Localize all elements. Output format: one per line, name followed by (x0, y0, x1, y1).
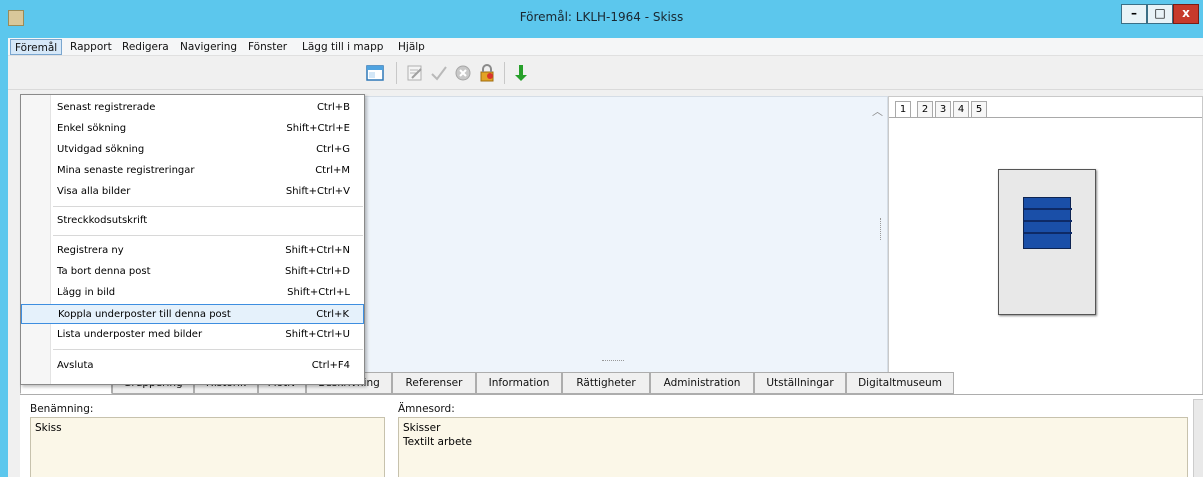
menu-item-label: Mina senaste registreringar (57, 165, 195, 176)
menu-item-streckkodsutskrift[interactable]: Streckkodsutskrift (21, 211, 364, 231)
main-content-area: ︿ ﹀ (353, 96, 888, 396)
amnesord-item: Skisser (403, 422, 441, 434)
menu-item-label: Enkel sökning (57, 123, 127, 134)
menu-item-label: Lista underposter med bilder (57, 329, 203, 340)
menu-separator (53, 206, 363, 207)
menu-item-shortcut: Ctrl+F4 (311, 360, 350, 371)
toolbar-separator (396, 62, 397, 84)
menu-item-label: Utvidgad sökning (57, 144, 145, 155)
window-title: Föremål: LKLH-1964 - Skiss (519, 10, 684, 24)
object-image-thumbnail[interactable] (998, 169, 1096, 315)
menu-item-label: Koppla underposter till denna post (58, 309, 231, 320)
menu-item-shortcut: Shift+Ctrl+D (285, 266, 350, 277)
menu-item-senast-registrerade[interactable]: Senast registrerade Ctrl+B (21, 98, 364, 118)
lock-icon[interactable] (478, 64, 496, 82)
amnesord-item: Textilt arbete (403, 436, 472, 448)
menu-item-label: Lägg in bild (57, 287, 116, 298)
vertical-splitter[interactable] (880, 218, 883, 240)
edit-icon[interactable] (406, 64, 424, 82)
tab-rattigheter[interactable]: Rättigheter (562, 372, 650, 394)
arrow-down-icon[interactable] (512, 64, 530, 82)
menu-item-koppla-underposter[interactable]: Koppla underposter till denna post Ctrl+… (21, 304, 364, 324)
menu-item-label: Avsluta (57, 360, 94, 371)
horizontal-splitter[interactable] (602, 360, 624, 362)
menu-item-mina-senaste-registreringar[interactable]: Mina senaste registreringar Ctrl+M (21, 161, 364, 181)
toolbar-separator (504, 62, 505, 84)
maximize-button[interactable]: □ (1147, 4, 1173, 24)
cancel-icon[interactable] (454, 64, 472, 82)
tab-utstallningar[interactable]: Utställningar (754, 372, 846, 394)
menu-navigering[interactable]: Navigering (176, 39, 241, 55)
menu-item-label: Ta bort denna post (57, 266, 151, 277)
title-bar[interactable]: Föremål: LKLH-1964 - Skiss – □ x (0, 0, 1203, 38)
menu-separator (53, 235, 363, 236)
window-icon[interactable] (366, 64, 384, 82)
menu-item-shortcut: Shift+Ctrl+E (286, 123, 350, 134)
menu-fonster[interactable]: Fönster (244, 39, 291, 55)
textile-sketch-image (1023, 197, 1072, 249)
menu-foremal[interactable]: Föremål (10, 39, 63, 55)
menu-item-lista-underposter[interactable]: Lista underposter med bilder Shift+Ctrl+… (21, 325, 364, 345)
image-panel: 1 2 3 4 5 (888, 96, 1203, 396)
client-area: Föremål Rapport Redigera Navigering Föns… (8, 38, 1203, 477)
amnesord-label: Ämnesord: (398, 403, 455, 415)
minimize-button[interactable]: – (1121, 4, 1147, 24)
menu-item-shortcut: Shift+Ctrl+U (285, 329, 350, 340)
scroll-up-icon[interactable]: ︿ (872, 103, 883, 119)
toolbar (8, 56, 1203, 90)
image-tab-3[interactable]: 3 (935, 101, 951, 117)
tab-information[interactable]: Information (476, 372, 562, 394)
check-icon[interactable] (430, 64, 448, 82)
benamning-value: Skiss (35, 422, 62, 434)
menu-item-avsluta[interactable]: Avsluta Ctrl+F4 (21, 356, 364, 376)
image-tab-5[interactable]: 5 (971, 101, 987, 117)
image-tab-4[interactable]: 4 (953, 101, 969, 117)
amnesord-field[interactable]: Skisser Textilt arbete (398, 417, 1188, 477)
tab-referenser[interactable]: Referenser (392, 372, 476, 394)
tabs-divider (889, 117, 1202, 118)
menu-item-lagg-in-bild[interactable]: Lägg in bild Shift+Ctrl+L (21, 283, 364, 303)
menu-item-shortcut: Ctrl+B (316, 102, 350, 113)
vertical-scrollbar[interactable] (1193, 399, 1203, 477)
close-button[interactable]: x (1173, 4, 1199, 24)
menu-separator (53, 349, 363, 350)
menu-bar: Föremål Rapport Redigera Navigering Föns… (8, 38, 1203, 56)
menu-item-label: Senast registrerade (57, 102, 156, 113)
menu-item-visa-alla-bilder[interactable]: Visa alla bilder Shift+Ctrl+V (21, 182, 364, 202)
menu-item-shortcut: Shift+Ctrl+L (287, 287, 350, 298)
menu-redigera[interactable]: Redigera (118, 39, 173, 55)
menu-item-shortcut: Shift+Ctrl+N (285, 245, 350, 256)
tab-digitaltmuseum[interactable]: Digitaltmuseum (846, 372, 954, 394)
menu-item-label: Registrera ny (57, 245, 124, 256)
menu-item-shortcut: Ctrl+M (315, 165, 350, 176)
application-window: Föremål: LKLH-1964 - Skiss – □ x Föremål… (0, 0, 1203, 477)
menu-item-registrera-ny[interactable]: Registrera ny Shift+Ctrl+N (21, 241, 364, 261)
menu-item-shortcut: Ctrl+K (316, 309, 349, 320)
menu-item-shortcut: Shift+Ctrl+V (285, 186, 350, 197)
tab-administration[interactable]: Administration (650, 372, 754, 394)
menu-item-label: Streckkodsutskrift (57, 215, 148, 226)
foremal-dropdown-menu: Senast registrerade Ctrl+B Enkel sökning… (20, 94, 365, 385)
image-tab-1[interactable]: 1 (895, 101, 911, 117)
menu-rapport[interactable]: Rapport (66, 39, 116, 55)
menu-item-label: Visa alla bilder (57, 186, 131, 197)
menu-item-shortcut: Ctrl+G (316, 144, 350, 155)
image-tab-2[interactable]: 2 (917, 101, 933, 117)
menu-item-enkel-sokning[interactable]: Enkel sökning Shift+Ctrl+E (21, 119, 364, 139)
benamning-label: Benämning: (30, 403, 94, 415)
menu-item-ta-bort-denna-post[interactable]: Ta bort denna post Shift+Ctrl+D (21, 262, 364, 282)
benamning-field[interactable]: Skiss (30, 417, 385, 477)
menu-hjalp[interactable]: Hjälp (394, 39, 429, 55)
menu-lagg-till-i-mapp[interactable]: Lägg till i mapp (298, 39, 387, 55)
classification-tab-panel: Benämning: Skiss Ämnesord: Skisser Texti… (20, 394, 1203, 477)
menu-item-utvidgad-sokning[interactable]: Utvidgad sökning Ctrl+G (21, 140, 364, 160)
